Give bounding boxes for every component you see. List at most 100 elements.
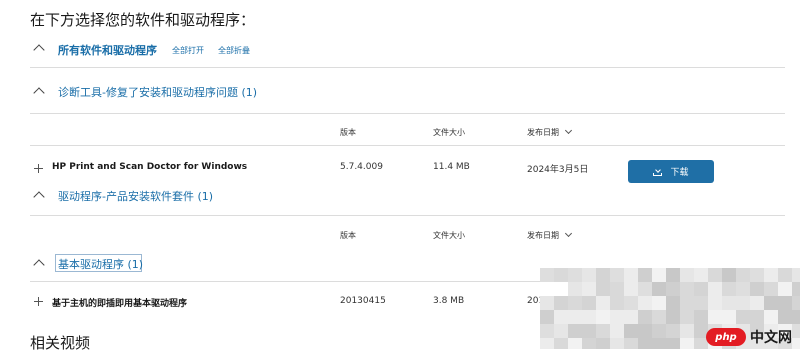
divider <box>30 215 785 216</box>
column-header-size: 文件大小 <box>433 128 465 137</box>
mosaic-tile <box>582 310 596 324</box>
section-diagnostic-tools[interactable]: 诊断工具-修复了安装和驱动程序问题 (1) <box>58 84 257 100</box>
download-label: 下载 <box>670 168 689 178</box>
mosaic-tile <box>582 338 596 349</box>
mosaic-tile <box>736 268 750 282</box>
column-header-date[interactable]: 发布日期 <box>527 229 573 241</box>
column-header-date-label: 发布日期 <box>527 231 559 240</box>
mosaic-tile <box>568 268 582 282</box>
driver-date: 2024年3月5日 <box>527 165 589 175</box>
mosaic-tile <box>680 324 694 338</box>
sort-chevron-icon[interactable] <box>564 229 573 238</box>
mosaic-tile <box>596 338 610 349</box>
collapse-chevron-icon[interactable] <box>33 259 45 271</box>
mosaic-tile <box>624 310 638 324</box>
watermark: php 中文网 <box>706 327 792 347</box>
mosaic-tile <box>666 268 680 282</box>
all-software-toggle[interactable]: 所有软件和驱动程序 <box>58 42 157 58</box>
mosaic-tile <box>568 310 582 324</box>
mosaic-tile <box>652 268 666 282</box>
mosaic-tile <box>624 296 638 310</box>
mosaic-tile <box>610 310 624 324</box>
column-header-version: 版本 <box>340 128 356 137</box>
mosaic-tile <box>652 282 666 296</box>
mosaic-tile <box>540 268 554 282</box>
mosaic-tile <box>708 268 722 282</box>
collapse-chevron-icon[interactable] <box>33 87 45 99</box>
driver-name: 基于主机的即插即用基本驱动程序 <box>52 299 188 309</box>
mosaic-tile <box>708 310 722 324</box>
mosaic-tile <box>540 338 554 349</box>
column-header-version: 版本 <box>340 231 356 240</box>
mosaic-tile <box>764 282 778 296</box>
download-button[interactable]: 下载 <box>628 160 714 183</box>
mosaic-tile <box>624 282 638 296</box>
collapse-all-link[interactable]: 全部折叠 <box>218 45 250 56</box>
sort-chevron-icon[interactable] <box>564 126 573 135</box>
mosaic-tile <box>610 338 624 349</box>
mosaic-tile <box>568 338 582 349</box>
column-header-date-label: 发布日期 <box>527 128 559 137</box>
mosaic-tile <box>638 324 652 338</box>
mosaic-tile <box>540 324 554 338</box>
mosaic-tile <box>568 324 582 338</box>
driver-size: 11.4 MB <box>433 162 470 172</box>
mosaic-tile <box>708 282 722 296</box>
section-basic-drivers[interactable]: 基本驱动程序 (1) <box>58 256 143 272</box>
mosaic-tile <box>610 324 624 338</box>
mosaic-tile <box>554 338 568 349</box>
mosaic-tile <box>638 268 652 282</box>
mosaic-tile <box>694 296 708 310</box>
mosaic-tile <box>638 296 652 310</box>
mosaic-tile <box>652 296 666 310</box>
mosaic-tile <box>792 338 800 349</box>
mosaic-tile <box>708 296 722 310</box>
related-videos-heading: 相关视频 <box>30 334 91 352</box>
expand-plus-icon[interactable] <box>34 297 43 306</box>
expand-all-link[interactable]: 全部打开 <box>172 45 204 56</box>
mosaic-tile <box>624 268 638 282</box>
driver-size: 3.8 MB <box>433 296 465 306</box>
divider <box>30 67 785 68</box>
mosaic-tile <box>596 324 610 338</box>
mosaic-tile <box>764 268 778 282</box>
collapse-chevron-icon[interactable] <box>33 44 45 56</box>
mosaic-tile <box>652 310 666 324</box>
mosaic-tile <box>596 282 610 296</box>
mosaic-tile <box>722 310 736 324</box>
mosaic-tile <box>596 296 610 310</box>
mosaic-tile <box>610 296 624 310</box>
mosaic-tile <box>652 338 666 349</box>
driver-version: 5.7.4.009 <box>340 162 383 172</box>
watermark-text: 中文网 <box>750 330 792 346</box>
divider <box>30 113 785 114</box>
mosaic-tile <box>554 296 568 310</box>
collapse-chevron-icon[interactable] <box>33 191 45 203</box>
mosaic-tile <box>680 338 694 349</box>
watermark-logo: php <box>706 328 746 346</box>
mosaic-tile <box>750 296 764 310</box>
mosaic-tile <box>666 324 680 338</box>
column-header-size: 文件大小 <box>433 231 465 240</box>
page-title: 在下方选择您的软件和驱动程序： <box>30 11 256 29</box>
expand-plus-icon[interactable] <box>34 164 43 173</box>
mosaic-tile <box>694 282 708 296</box>
divider <box>30 145 785 146</box>
mosaic-tile <box>792 296 800 310</box>
mosaic-tile <box>778 282 792 296</box>
mosaic-tile <box>638 338 652 349</box>
mosaic-tile <box>624 338 638 349</box>
mosaic-tile <box>638 282 652 296</box>
mosaic-tile <box>666 310 680 324</box>
mosaic-tile <box>764 296 778 310</box>
mosaic-tile <box>666 282 680 296</box>
mosaic-tile <box>596 310 610 324</box>
mosaic-tile <box>610 268 624 282</box>
mosaic-tile <box>694 268 708 282</box>
column-header-date[interactable]: 发布日期 <box>527 126 573 138</box>
mosaic-tile <box>722 268 736 282</box>
section-product-suite[interactable]: 驱动程序-产品安装软件套件 (1) <box>58 188 213 204</box>
mosaic-tile <box>680 282 694 296</box>
mosaic-tile <box>540 296 554 310</box>
mosaic-tile <box>680 296 694 310</box>
